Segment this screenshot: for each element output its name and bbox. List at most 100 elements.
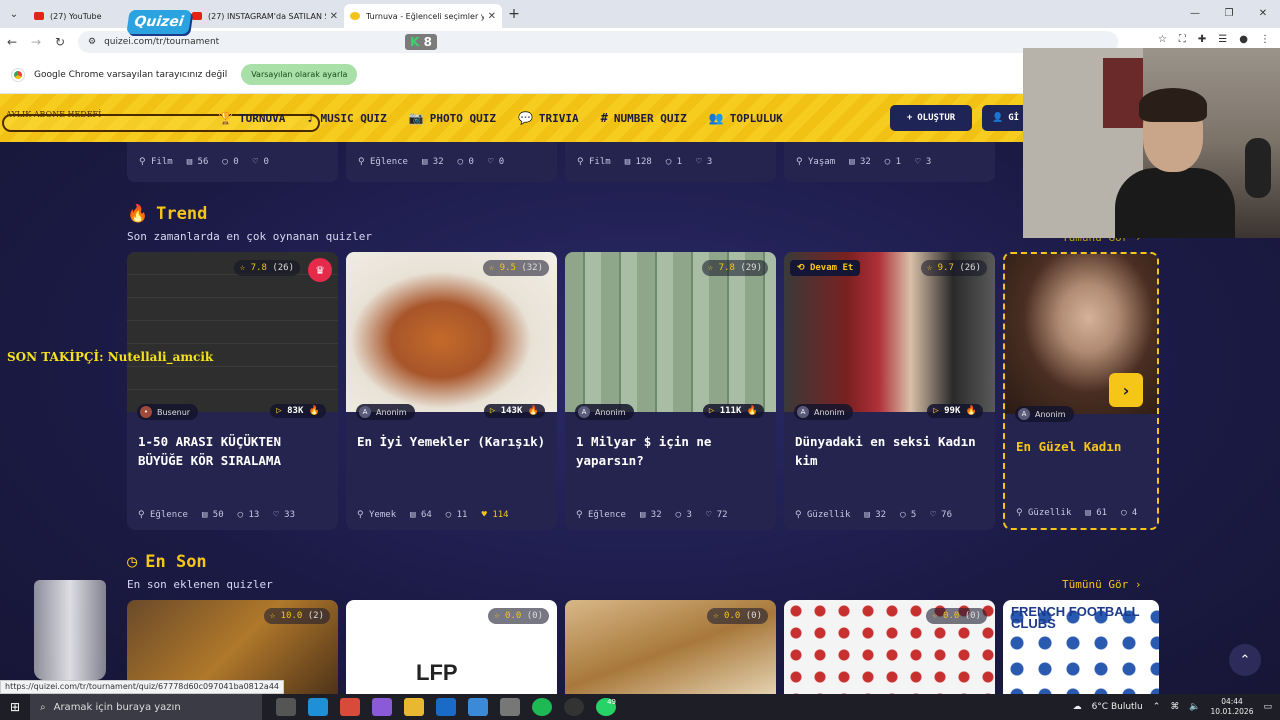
weather-icon[interactable]: ☁ [1073, 702, 1082, 712]
nav-label: NUMBER QUIZ [613, 111, 687, 125]
avatar: A [578, 406, 590, 418]
set-default-button[interactable]: Varsayılan olarak ayarla [241, 64, 358, 85]
question-count: ▤ 32 [849, 157, 871, 167]
restore-icon[interactable]: ❐ [1212, 0, 1246, 28]
continue-badge[interactable]: ⟲ Devam Et [790, 260, 861, 276]
site-info-icon[interactable]: ⚙ [88, 37, 96, 47]
quiz-title[interactable]: 1 Milyar $ için ne yaparsın? [576, 432, 766, 470]
edge-icon[interactable] [308, 698, 328, 716]
comment-count: ◯ 1 [665, 157, 683, 167]
quiz-card[interactable]: ☆ 9.5 (32) A Anonim ▷ 143K 🔥 En İyi Yemek… [346, 252, 557, 530]
whatsapp-icon[interactable]: 49 [596, 698, 616, 716]
question-count: ▤ 32 [421, 157, 444, 167]
reading-list-icon[interactable]: ☰ [1218, 34, 1227, 45]
nav-tournament[interactable]: 🏆 TURNUVA [218, 111, 285, 125]
chrome-icon[interactable] [340, 698, 360, 716]
tab-instagram-video[interactable]: (27) INSTAGRAM'da SATILAN S... ✕ [186, 4, 344, 28]
author-chip[interactable]: • Busenur [137, 404, 199, 420]
profile-avatar-icon[interactable]: ● [1239, 34, 1248, 45]
quiz-title[interactable]: 1-50 ARASI KÜÇÜKTEN BÜYÜĞE KÖR SIRALAMA [138, 432, 328, 470]
author-chip[interactable]: A Anonim [356, 404, 415, 420]
url-input[interactable]: ⚙ quizei.com/tr/tournament K 8 [78, 31, 1118, 53]
close-tab-icon[interactable]: ✕ [330, 11, 338, 22]
settings-icon[interactable] [500, 698, 520, 716]
rating-badge: ☆ 10.0 (2) [263, 608, 330, 624]
forward-icon[interactable]: → [24, 35, 48, 49]
site-logo[interactable]: Quizei [126, 10, 192, 34]
outlook-icon[interactable] [436, 698, 456, 716]
quiz-card[interactable]: ☆ 0.0 (0) LFP [346, 600, 557, 694]
file-explorer-icon[interactable] [404, 698, 424, 716]
scroll-to-top-button[interactable]: ⌃ [1229, 644, 1261, 676]
obs-icon[interactable] [564, 698, 584, 716]
quiz-card[interactable]: ☆ 0.0 (0) [784, 600, 995, 694]
avatar: A [797, 406, 809, 418]
nav-photo-quiz[interactable]: 📷 PHOTO QUIZ [409, 111, 496, 125]
task-view-icon[interactable] [276, 698, 296, 716]
category-label: ⚲ Eğlence [138, 510, 188, 520]
quiz-title[interactable]: Dünyadaki en seksi Kadın kim [795, 432, 985, 470]
clock-date: 10.01.2026 [1210, 707, 1254, 716]
back-icon[interactable]: ← [0, 35, 24, 49]
quiz-title[interactable]: En Güzel Kadın [1016, 437, 1147, 456]
author-chip[interactable]: A Anonim [794, 404, 853, 420]
nav-trivia[interactable]: 💬 TRIVIA [518, 111, 579, 125]
minimize-icon[interactable]: — [1178, 0, 1212, 28]
windows-start-icon[interactable]: ⊞ [0, 700, 30, 714]
subscriber-goal-label: AYLIK ABONE HEDEFİ [6, 110, 102, 119]
prev-card[interactable]: ⚲ Yaşam ▤ 32 ◯ 1 ♡ 3 [784, 142, 995, 182]
category-label: ⚲ Güzellik [1016, 508, 1072, 518]
clock[interactable]: 04:44 10.01.2026 [1211, 697, 1254, 717]
spotify-icon[interactable] [532, 698, 552, 716]
like-count: ♡ 3 [696, 157, 713, 167]
quiz-meta: ⚲ Eğlence ▤ 50 ◯ 13 ♡ 33 [138, 510, 295, 520]
reload-icon[interactable]: ↻ [48, 35, 72, 49]
menu-kebab-icon[interactable]: ⋮ [1260, 34, 1270, 45]
quiz-card[interactable]: ☆ 0.0 (0) [565, 600, 776, 694]
new-tab-button[interactable]: + [502, 6, 526, 22]
author-chip[interactable]: A Anonim [575, 404, 634, 420]
carousel-next-button[interactable]: › [1109, 373, 1143, 407]
recent-see-all-link[interactable]: Tümünü Gör › [1062, 578, 1141, 591]
prev-card[interactable]: ⚲ Film ▤ 128 ◯ 1 ♡ 3 [565, 142, 776, 182]
author-chip[interactable]: A Anonim [1015, 406, 1074, 422]
weather-text[interactable]: 6°C Bulutlu [1092, 702, 1143, 712]
taskbar-search-input[interactable]: ⌕ Aramak için buraya yazın [30, 694, 262, 720]
recent-subtitle: En son eklenen quizler [127, 578, 273, 591]
question-count: ▤ 64 [410, 510, 432, 520]
close-window-icon[interactable]: ✕ [1246, 0, 1280, 28]
notification-icon[interactable]: ▭ [1263, 702, 1272, 712]
question-count: ▤ 50 [201, 510, 224, 520]
prev-card[interactable]: ⚲ Film ▤ 56 ◯ 0 ♡ 0 [127, 142, 338, 182]
quiz-card[interactable]: ☆ 7.8 (26) ♛ • Busenur ▷ 83K 🔥 1-50 ARASI… [127, 252, 338, 530]
tray-arrow-icon[interactable]: ⌃ [1153, 702, 1161, 712]
network-icon[interactable]: ⌘ [1170, 702, 1179, 712]
tab-search-icon[interactable]: ⌄ [0, 0, 28, 28]
login-button[interactable]: 👤 Gİ [982, 105, 1024, 131]
comment-count: ◯ 3 [675, 510, 692, 520]
close-tab-icon[interactable]: ✕ [488, 11, 496, 22]
webcam-overlay [1023, 48, 1280, 238]
extensions-icon[interactable]: ✚ [1198, 34, 1206, 45]
youtube-icon [34, 12, 44, 20]
quiz-card[interactable]: FRENCH FOOTBALL CLUBS [1003, 600, 1159, 694]
nav-label: MUSIC QUIZ [320, 111, 387, 125]
bookmark-star-icon[interactable]: ☆ [1158, 34, 1167, 45]
comment-count: ◯ 13 [237, 510, 260, 520]
nav-number-quiz[interactable]: # NUMBER QUIZ [601, 111, 687, 125]
volume-icon[interactable]: 🔈 [1189, 702, 1200, 712]
nav-music-quiz[interactable]: ♪ MUSIC QUIZ [307, 111, 386, 125]
nav-community[interactable]: 👥 TOPLULUK [709, 111, 783, 125]
prev-card[interactable]: ⚲ Eğlence ▤ 32 ◯ 0 ♡ 0 [346, 142, 557, 182]
tab-quizei[interactable]: Turnuva - Eğlenceli seçimler ya... ✕ [344, 4, 502, 28]
store-icon[interactable] [468, 698, 488, 716]
question-count: ▤ 128 [624, 157, 652, 167]
trend-subtitle: Son zamanlarda en çok oynanan quizler [127, 230, 373, 243]
quiz-title[interactable]: En İyi Yemekler (Karışık) [357, 432, 547, 451]
copilot-icon[interactable] [372, 698, 392, 716]
quiz-card[interactable]: ⟲ Devam Et ☆ 9.7 (26) A Anonim ▷ 99K 🔥 Dü… [784, 252, 995, 530]
create-button[interactable]: + OLUŞTUR [890, 105, 972, 131]
hash-icon: # [600, 111, 608, 125]
quiz-card[interactable]: ☆ 7.8 (29) A Anonim ▷ 111K 🔥 1 Milyar $ i… [565, 252, 776, 530]
screenshot-icon[interactable]: ⛶ [1179, 34, 1186, 45]
